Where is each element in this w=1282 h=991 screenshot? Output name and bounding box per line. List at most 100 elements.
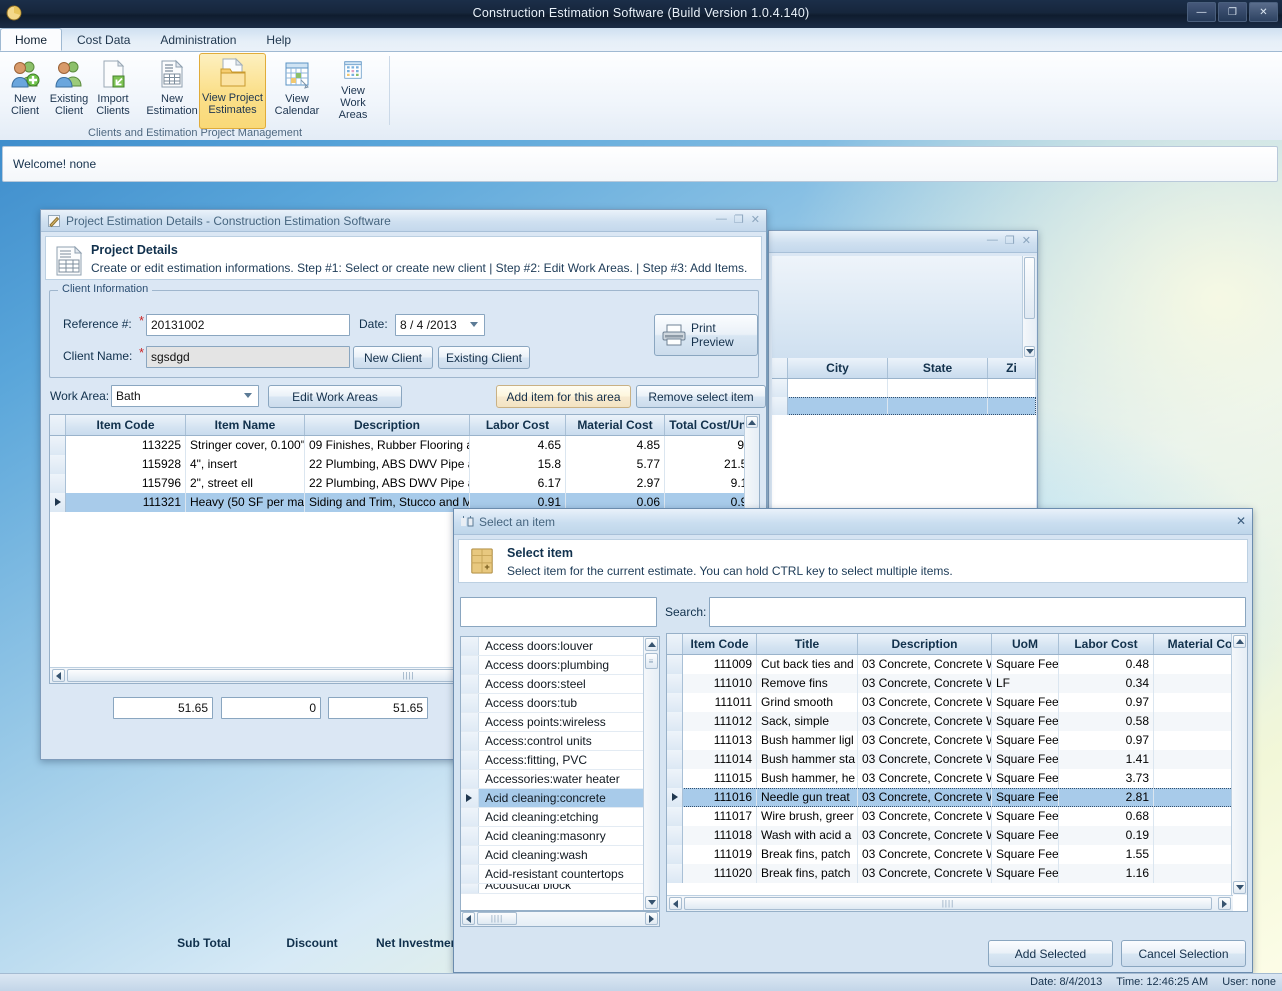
- tab-help[interactable]: Help: [251, 28, 306, 51]
- select-item-close-button[interactable]: ✕: [1236, 514, 1246, 528]
- list-item[interactable]: Access points:wireless: [461, 713, 659, 732]
- client-list-close-button[interactable]: ✕: [1022, 234, 1031, 247]
- table-row[interactable]: 111010Remove fins03 Concrete, Concrete W…: [667, 674, 1247, 693]
- tab-administration[interactable]: Administration: [145, 28, 251, 51]
- category-list-vscroll[interactable]: ≡: [643, 637, 659, 910]
- table-row[interactable]: 111012Sack, simple03 Concrete, Concrete …: [667, 712, 1247, 731]
- work-area-dropdown-arrow-icon[interactable]: [244, 393, 252, 398]
- category-filter-input[interactable]: [460, 597, 657, 627]
- col-material-cost[interactable]: Material Cost: [566, 415, 665, 435]
- item-table[interactable]: Item Code Title Description UoM Labor Co…: [666, 633, 1248, 912]
- category-list-scroll-right[interactable]: [645, 912, 658, 925]
- table-row[interactable]: 111019Break fins, patch03 Concrete, Conc…: [667, 845, 1247, 864]
- estimate-grid-scroll-up[interactable]: [746, 416, 758, 428]
- close-button[interactable]: ✕: [1249, 2, 1278, 22]
- project-window-maximize-button[interactable]: ❐: [734, 213, 744, 226]
- client-grid-vscroll[interactable]: [1022, 256, 1036, 358]
- print-preview-button[interactable]: Print Preview: [654, 314, 758, 356]
- item-table-hscroll-thumb[interactable]: ||||: [684, 897, 1212, 910]
- ribbon-button-new-client[interactable]: NewClient: [2, 54, 48, 122]
- ribbon-button-view-work-areas[interactable]: View WorkAreas: [327, 54, 379, 122]
- list-item[interactable]: Acid cleaning:etching: [461, 808, 659, 827]
- item-table-vscroll[interactable]: [1231, 634, 1247, 895]
- remove-select-item-button[interactable]: Remove select item: [636, 385, 766, 408]
- minimize-button[interactable]: —: [1187, 2, 1216, 22]
- table-row[interactable]: 111009Cut back ties and03 Concrete, Conc…: [667, 655, 1247, 674]
- item-table-scroll-right[interactable]: [1218, 897, 1231, 910]
- table-row[interactable]: 111018Wash with acid a03 Concrete, Concr…: [667, 826, 1247, 845]
- client-grid-col-zip[interactable]: Zi: [988, 358, 1036, 378]
- add-item-for-this-area-button[interactable]: Add item for this area: [496, 385, 631, 408]
- list-item[interactable]: Accessories:water heater: [461, 770, 659, 789]
- client-grid-col-state[interactable]: State: [888, 358, 988, 378]
- col-item-code[interactable]: Item Code: [683, 634, 757, 654]
- list-item[interactable]: Access:control units: [461, 732, 659, 751]
- category-list-hscroll[interactable]: ||||: [460, 911, 660, 927]
- client-grid-vscroll-down[interactable]: [1024, 346, 1035, 357]
- ribbon-button-view-project-estimates[interactable]: View ProjectEstimates: [199, 53, 266, 129]
- col-uom[interactable]: UoM: [992, 634, 1059, 654]
- col-title[interactable]: Title: [757, 634, 858, 654]
- client-grid-col-city[interactable]: City: [788, 358, 888, 378]
- ribbon-button-import-clients[interactable]: ImportClients: [90, 54, 136, 122]
- tab-home[interactable]: Home: [0, 28, 62, 51]
- col-labor-cost[interactable]: Labor Cost: [470, 415, 566, 435]
- edit-work-areas-button[interactable]: Edit Work Areas: [268, 385, 402, 408]
- list-item[interactable]: Access doors:plumbing: [461, 656, 659, 675]
- table-row[interactable]: 111020Break fins, patch03 Concrete, Conc…: [667, 864, 1247, 883]
- list-item[interactable]: Acoustical block: [461, 884, 659, 894]
- item-table-scroll-left[interactable]: [669, 897, 682, 910]
- client-grid[interactable]: City State Zi: [772, 256, 1036, 510]
- col-item-code[interactable]: Item Code: [66, 415, 186, 435]
- category-list-scroll-up[interactable]: [645, 638, 658, 651]
- discount-value[interactable]: 0: [221, 697, 321, 719]
- tab-cost-data[interactable]: Cost Data: [62, 28, 145, 51]
- table-row[interactable]: 113225 Stringer cover, 0.100", 09 Finish…: [50, 436, 759, 455]
- ribbon-button-existing-client[interactable]: ExistingClient: [46, 54, 92, 122]
- list-item[interactable]: Acid-resistant countertops: [461, 865, 659, 884]
- col-labor-cost[interactable]: Labor Cost: [1059, 634, 1154, 654]
- client-list-maximize-button[interactable]: ❐: [1005, 234, 1015, 247]
- client-grid-vscroll-thumb[interactable]: [1024, 257, 1035, 319]
- list-item[interactable]: Access doors:steel: [461, 675, 659, 694]
- list-item[interactable]: Access doors:louver: [461, 637, 659, 656]
- table-row[interactable]: 111015Bush hammer, he03 Concrete, Concre…: [667, 769, 1247, 788]
- search-input[interactable]: [709, 597, 1246, 627]
- client-list-minimize-button[interactable]: —: [987, 234, 998, 247]
- table-row[interactable]: [772, 379, 1036, 397]
- item-table-scroll-up[interactable]: [1233, 635, 1246, 648]
- category-list-scroll-left[interactable]: [462, 912, 475, 925]
- col-description[interactable]: Description: [858, 634, 992, 654]
- category-list-scroll-down[interactable]: [645, 896, 658, 909]
- table-row[interactable]: 115796 2", street ell 22 Plumbing, ABS D…: [50, 474, 759, 493]
- table-row[interactable]: 111017Wire brush, greer03 Concrete, Conc…: [667, 807, 1247, 826]
- table-row[interactable]: 111014Bush hammer sta03 Concrete, Concre…: [667, 750, 1247, 769]
- list-item[interactable]: Access:fitting, PVC: [461, 751, 659, 770]
- table-row[interactable]: 111013Bush hammer ligl03 Concrete, Concr…: [667, 731, 1247, 750]
- category-list-vscroll-thumb[interactable]: ≡: [645, 653, 658, 669]
- list-item[interactable]: Acid cleaning:wash: [461, 846, 659, 865]
- cancel-selection-button[interactable]: Cancel Selection: [1121, 940, 1246, 967]
- add-selected-button[interactable]: Add Selected: [988, 940, 1113, 967]
- list-item[interactable]: Acid cleaning:masonry: [461, 827, 659, 846]
- new-client-button[interactable]: New Client: [353, 346, 433, 369]
- project-window-minimize-button[interactable]: —: [716, 213, 727, 226]
- table-row[interactable]: 111011Grind smooth03 Concrete, Concrete …: [667, 693, 1247, 712]
- date-dropdown-arrow-icon[interactable]: [470, 322, 478, 327]
- table-row[interactable]: 111016Needle gun treat03 Concrete, Concr…: [667, 788, 1247, 807]
- existing-client-button[interactable]: Existing Client: [438, 346, 530, 369]
- client-name-input[interactable]: sgsdgd: [146, 346, 350, 368]
- list-item[interactable]: Access doors:tub: [461, 694, 659, 713]
- work-area-select[interactable]: Bath: [111, 385, 259, 407]
- ribbon-button-new-estimation[interactable]: NewEstimation: [146, 54, 198, 122]
- maximize-button[interactable]: ❐: [1218, 2, 1247, 22]
- table-row[interactable]: 115928 4", insert 22 Plumbing, ABS DWV P…: [50, 455, 759, 474]
- item-table-hscroll[interactable]: ||||: [667, 895, 1233, 911]
- table-row[interactable]: [772, 397, 1036, 415]
- reference-input[interactable]: 20131002: [146, 314, 350, 336]
- col-item-name[interactable]: Item Name: [186, 415, 305, 435]
- ribbon-button-view-calendar[interactable]: ViewCalendar: [272, 54, 322, 122]
- estimate-grid-scroll-left[interactable]: [52, 669, 65, 682]
- list-item[interactable]: Acid cleaning:concrete: [461, 789, 659, 808]
- item-table-scroll-down[interactable]: [1233, 881, 1246, 894]
